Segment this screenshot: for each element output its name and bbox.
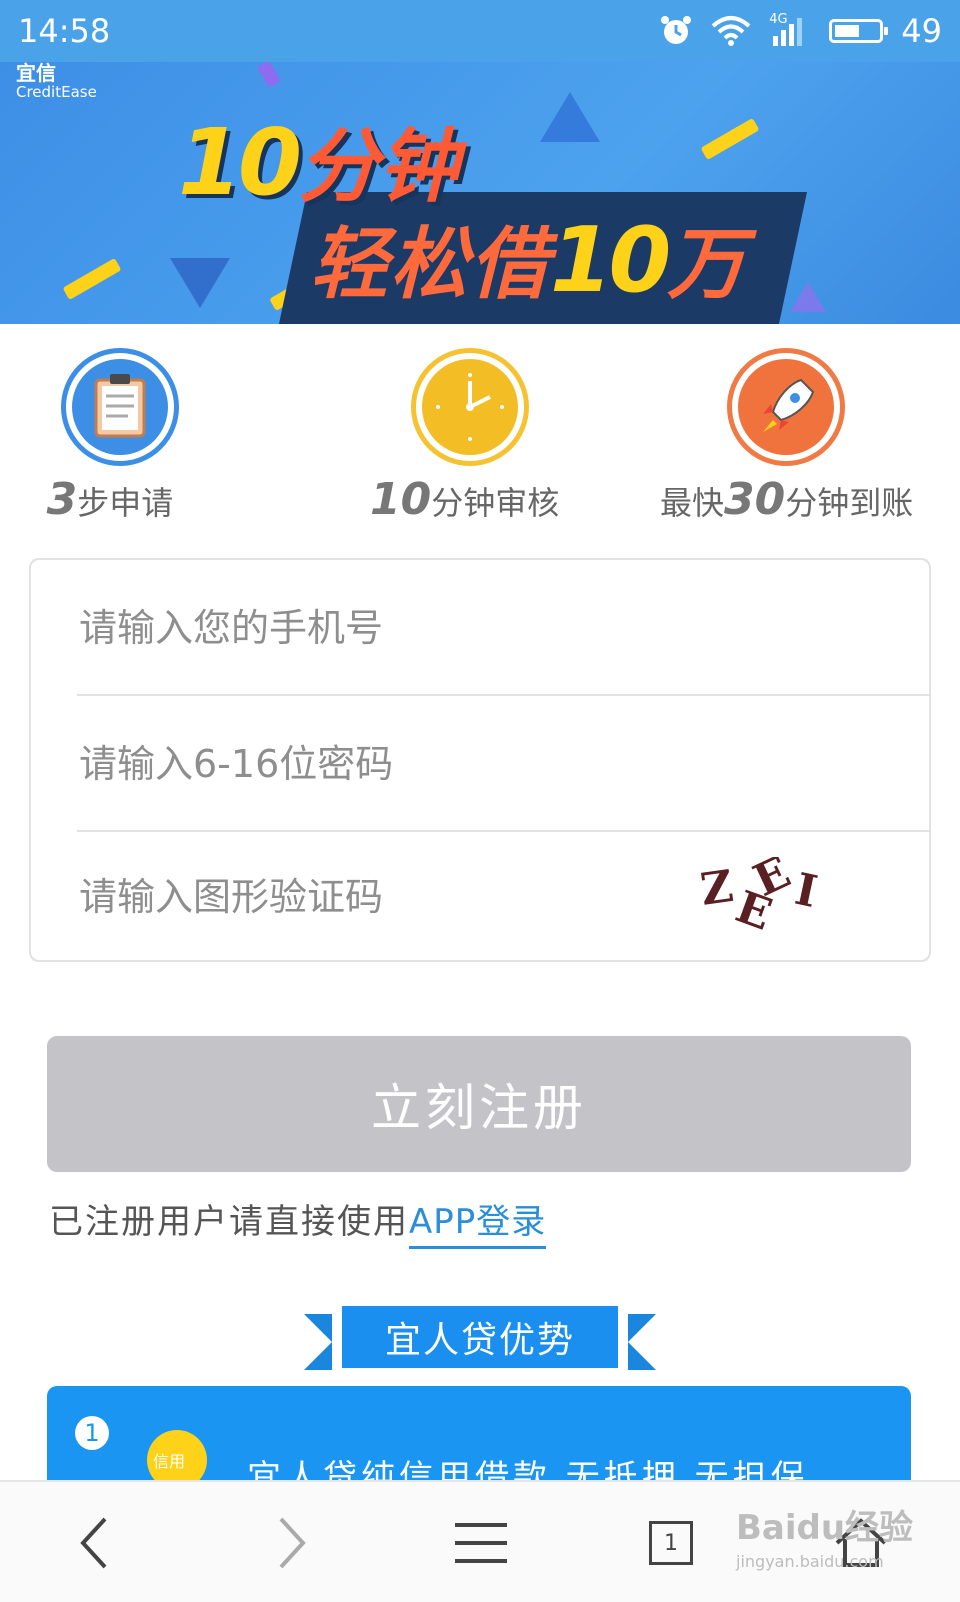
register-button[interactable]: 立刻注册 <box>47 1036 911 1172</box>
feature-payout: 最快30分钟到账 <box>660 348 913 525</box>
tab-count: 1 <box>664 1530 678 1556</box>
captcha-input[interactable] <box>77 874 641 920</box>
banner-headline-2: 轻松借10万 <box>310 208 748 313</box>
advantages-title: 宜人贷优势 <box>342 1306 618 1368</box>
menu-icon <box>455 1523 507 1563</box>
alarm-icon <box>661 16 692 44</box>
advantage-badge: 信用 <box>153 1452 186 1471</box>
feature-strip: 3步申请 10分钟审核 最快30分钟到账 <box>0 348 960 538</box>
watermark: Baidu经验 <box>736 1508 914 1548</box>
advantage-card: 1 信用 宜人贷纯信用借款 无抵押 无担保 <box>47 1386 911 1486</box>
captcha-image[interactable]: ZEEI <box>699 857 849 937</box>
back-icon <box>80 1517 107 1569</box>
rocket-icon <box>727 348 845 466</box>
decor-bar <box>700 117 760 161</box>
feature-review: 10分钟审核 <box>370 348 559 525</box>
decor-bar <box>62 257 122 301</box>
decor-triangle <box>170 258 230 308</box>
battery-icon <box>829 19 889 43</box>
phone-input[interactable] <box>77 605 641 651</box>
app-login-link[interactable]: APP登录 <box>409 1202 547 1249</box>
advantages-ribbon: 宜人贷优势 <box>304 1306 656 1370</box>
brand-en: CreditEase <box>16 83 97 101</box>
decor-triangle <box>540 92 600 142</box>
forward-button[interactable] <box>256 1508 326 1578</box>
status-bar: 14:58 4G 49 <box>0 0 960 62</box>
captcha-field[interactable]: ZEEI <box>77 832 929 962</box>
password-input[interactable] <box>77 741 641 787</box>
banner-headline-1: 10分钟 <box>178 109 459 216</box>
brand-logo: 宜信 CreditEase <box>16 62 97 101</box>
signal-icon: 4G <box>769 12 811 48</box>
menu-button[interactable] <box>446 1508 516 1578</box>
phone-field[interactable] <box>77 560 929 696</box>
tabs-button[interactable]: 1 <box>636 1508 706 1578</box>
tabs-icon: 1 <box>649 1521 693 1565</box>
back-button[interactable] <box>60 1508 130 1578</box>
brand-cn: 宜信 <box>16 62 56 85</box>
status-time: 14:58 <box>18 12 111 50</box>
watermark-url: jingyan.baidu.com <box>736 1552 884 1571</box>
clipboard-icon <box>61 348 179 466</box>
forward-icon <box>279 1517 306 1569</box>
advantage-number: 1 <box>75 1416 109 1450</box>
promo-banner[interactable]: 宜信 CreditEase 10分钟 轻松借10万 <box>0 62 960 324</box>
register-form: ZEEI <box>29 558 931 962</box>
feature-payout-label: 最快30分钟到账 <box>660 474 914 525</box>
wifi-icon <box>711 16 751 46</box>
clock-icon <box>411 348 529 466</box>
battery-level: 49 <box>901 12 942 50</box>
feature-steps: 3步申请 <box>47 348 184 525</box>
login-prompt: 已注册用户请直接使用APP登录 <box>49 1194 547 1249</box>
feature-steps-label: 3步申请 <box>46 474 174 525</box>
decor-triangle <box>790 282 826 312</box>
feature-review-label: 10分钟审核 <box>370 474 560 525</box>
password-field[interactable] <box>77 696 929 832</box>
status-icons: 4G 49 <box>659 12 942 50</box>
svg-text:ZEEI: ZEEI <box>699 857 821 937</box>
